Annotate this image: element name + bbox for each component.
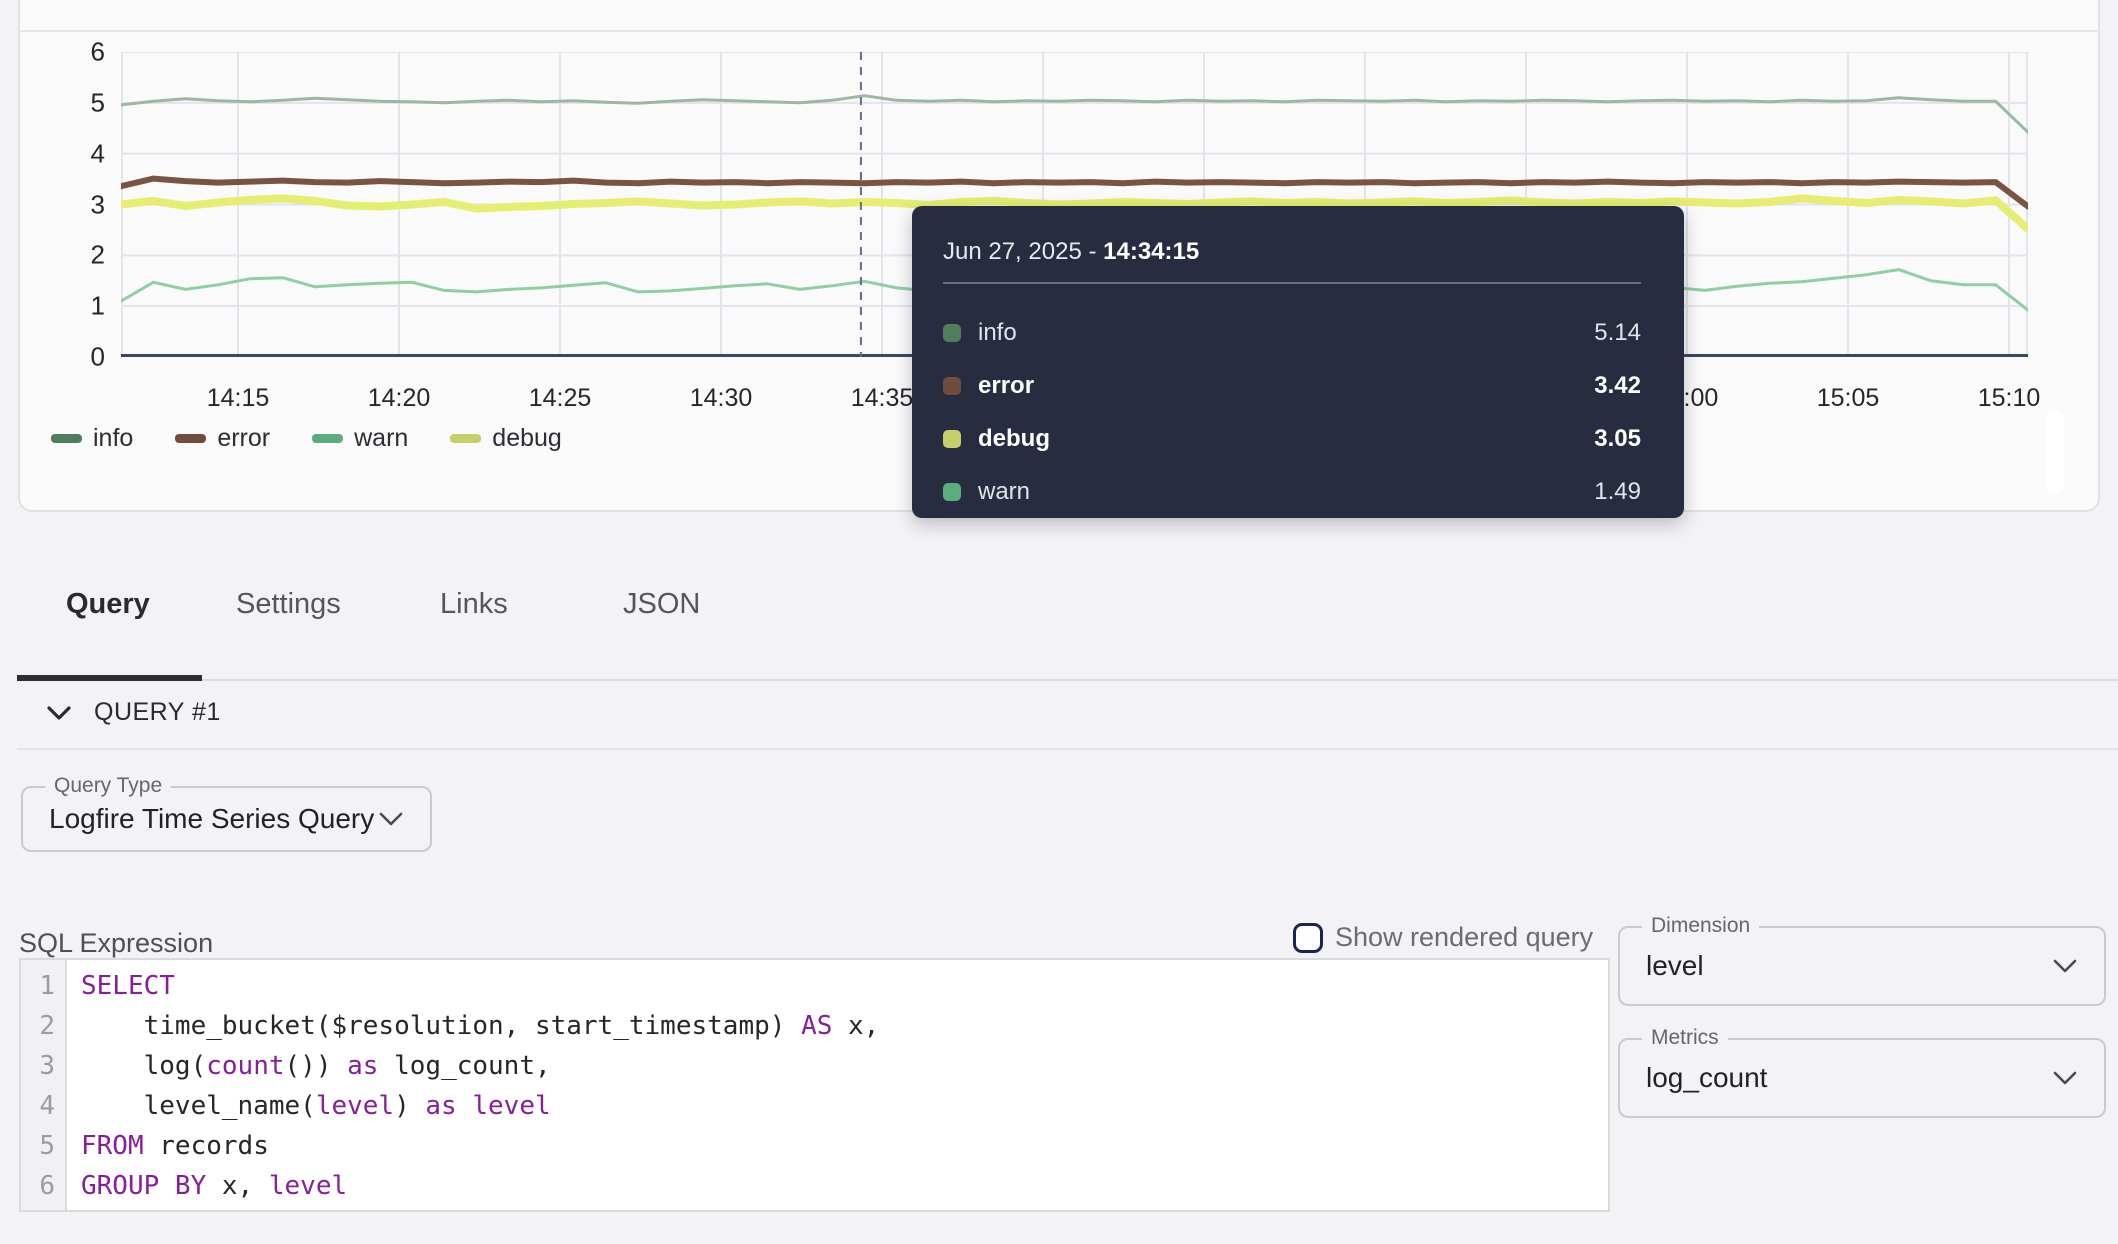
y-tick-label: 3 [25, 189, 105, 220]
tooltip-series-label: warn [978, 478, 1594, 506]
show-rendered-query-checkbox[interactable] [1293, 923, 1323, 953]
legend-item-error[interactable]: error [175, 424, 270, 453]
tooltip-series-label: info [978, 319, 1594, 347]
code-line: SELECT [81, 966, 879, 1006]
tooltip-row-error: error3.42 [943, 359, 1641, 412]
active-tab-underline [17, 675, 202, 681]
tab-bar: Query Settings Links JSON [0, 588, 2118, 636]
x-tick-label: 14:15 [178, 384, 298, 413]
metrics-label: Metrics [1642, 1026, 1728, 1050]
tab-json[interactable]: JSON [623, 588, 700, 621]
series-line-info [121, 96, 2028, 133]
tooltip-series-value: 3.05 [1594, 425, 1641, 453]
y-tick-label: 2 [25, 240, 105, 271]
tooltip-date: Jun 27, 2025 [943, 238, 1082, 265]
show-rendered-query-option: Show rendered query [1293, 922, 1593, 953]
legend-item-debug[interactable]: debug [450, 424, 562, 453]
line-number: 6 [21, 1166, 55, 1206]
tooltip-swatch [943, 377, 961, 395]
tooltip-swatch [943, 483, 961, 501]
tooltip-row-info: info5.14 [943, 306, 1641, 359]
line-number: 3 [21, 1046, 55, 1086]
sql-code-editor[interactable]: 123456 SELECT time_bucket($resolution, s… [19, 958, 1610, 1212]
y-tick-label: 4 [25, 138, 105, 169]
legend-swatch [450, 434, 481, 443]
sql-expression-label: SQL Expression [19, 928, 213, 959]
line-number-gutter: 123456 [21, 960, 67, 1210]
code-line: log(count()) as log_count, [81, 1046, 879, 1086]
dimension-value: level [1646, 950, 1704, 982]
tooltip-swatch [943, 324, 961, 342]
tabs-divider [17, 679, 2118, 681]
tab-links[interactable]: Links [440, 588, 508, 621]
tooltip-time: 14:34:15 [1103, 238, 1199, 265]
legend-label: info [93, 424, 133, 453]
dimension-label: Dimension [1642, 914, 1759, 938]
tooltip-series-label: error [978, 372, 1594, 400]
tooltip-divider [943, 282, 1641, 284]
scrollbar-thumb[interactable] [2046, 410, 2064, 494]
legend-item-warn[interactable]: warn [312, 424, 408, 453]
chevron-down-icon [378, 811, 404, 827]
legend-swatch [51, 434, 82, 443]
metrics-select[interactable]: Metrics log_count [1618, 1038, 2106, 1118]
tooltip-series-value: 3.42 [1594, 372, 1641, 400]
dimension-select[interactable]: Dimension level [1618, 926, 2106, 1006]
tooltip-series-value: 5.14 [1594, 319, 1641, 347]
query-type-value: Logfire Time Series Query [49, 803, 374, 835]
line-number: 4 [21, 1086, 55, 1126]
y-tick-label: 0 [25, 342, 105, 373]
code-line: GROUP BY x, level [81, 1166, 879, 1206]
legend-swatch [312, 434, 343, 443]
code-line: time_bucket($resolution, start_timestamp… [81, 1006, 879, 1046]
legend-label: warn [354, 424, 408, 453]
query-section-divider [17, 748, 2118, 750]
tab-query[interactable]: Query [66, 588, 150, 621]
legend-label: error [217, 424, 270, 453]
chart-legend: info error warn debug [51, 424, 604, 452]
tooltip-row-debug: debug3.05 [943, 412, 1641, 465]
card-top-divider [18, 30, 2100, 32]
legend-swatch [175, 434, 206, 443]
tooltip-timestamp: Jun 27, 2025 - 14:34:15 [943, 206, 1641, 266]
chevron-down-icon[interactable] [46, 704, 72, 722]
x-tick-label: 14:25 [500, 384, 620, 413]
code-line: FROM records [81, 1126, 879, 1166]
y-tick-label: 5 [25, 87, 105, 118]
x-tick-label: 15:05 [1788, 384, 1908, 413]
query-type-select[interactable]: Query Type Logfire Time Series Query [21, 786, 432, 852]
query-type-label: Query Type [45, 774, 171, 798]
tab-settings[interactable]: Settings [236, 588, 341, 621]
tooltip-rows: info5.14error3.42debug3.05warn1.49 [943, 306, 1641, 518]
x-tick-label: 14:20 [339, 384, 459, 413]
x-tick-label: 14:30 [661, 384, 781, 413]
legend-item-info[interactable]: info [51, 424, 133, 453]
tooltip-swatch [943, 430, 961, 448]
code-line: level_name(level) as level [81, 1086, 879, 1126]
query-section-header[interactable]: QUERY #1 [46, 698, 221, 727]
tooltip-separator: - [1082, 238, 1103, 265]
line-number: 5 [21, 1126, 55, 1166]
tooltip-series-label: debug [978, 425, 1594, 453]
metrics-value: log_count [1646, 1062, 1767, 1094]
show-rendered-query-label: Show rendered query [1335, 922, 1593, 953]
query-section-title: QUERY #1 [94, 698, 221, 727]
line-number: 2 [21, 1006, 55, 1046]
line-number: 1 [21, 966, 55, 1006]
metric-panel-page: 6543210 14:1514:2014:2514:3014:3514:4014… [0, 0, 2118, 1244]
chevron-down-icon [2052, 1070, 2078, 1086]
chevron-down-icon [2052, 958, 2078, 974]
sql-code[interactable]: SELECT time_bucket($resolution, start_ti… [67, 960, 879, 1210]
x-tick-label: 15:10 [1949, 384, 2069, 413]
legend-label: debug [492, 424, 562, 453]
y-tick-label: 1 [25, 291, 105, 322]
y-tick-label: 6 [25, 37, 105, 68]
tooltip-series-value: 1.49 [1594, 478, 1641, 506]
chart-tooltip: Jun 27, 2025 - 14:34:15 info5.14error3.4… [912, 206, 1684, 518]
tooltip-row-warn: warn1.49 [943, 465, 1641, 518]
